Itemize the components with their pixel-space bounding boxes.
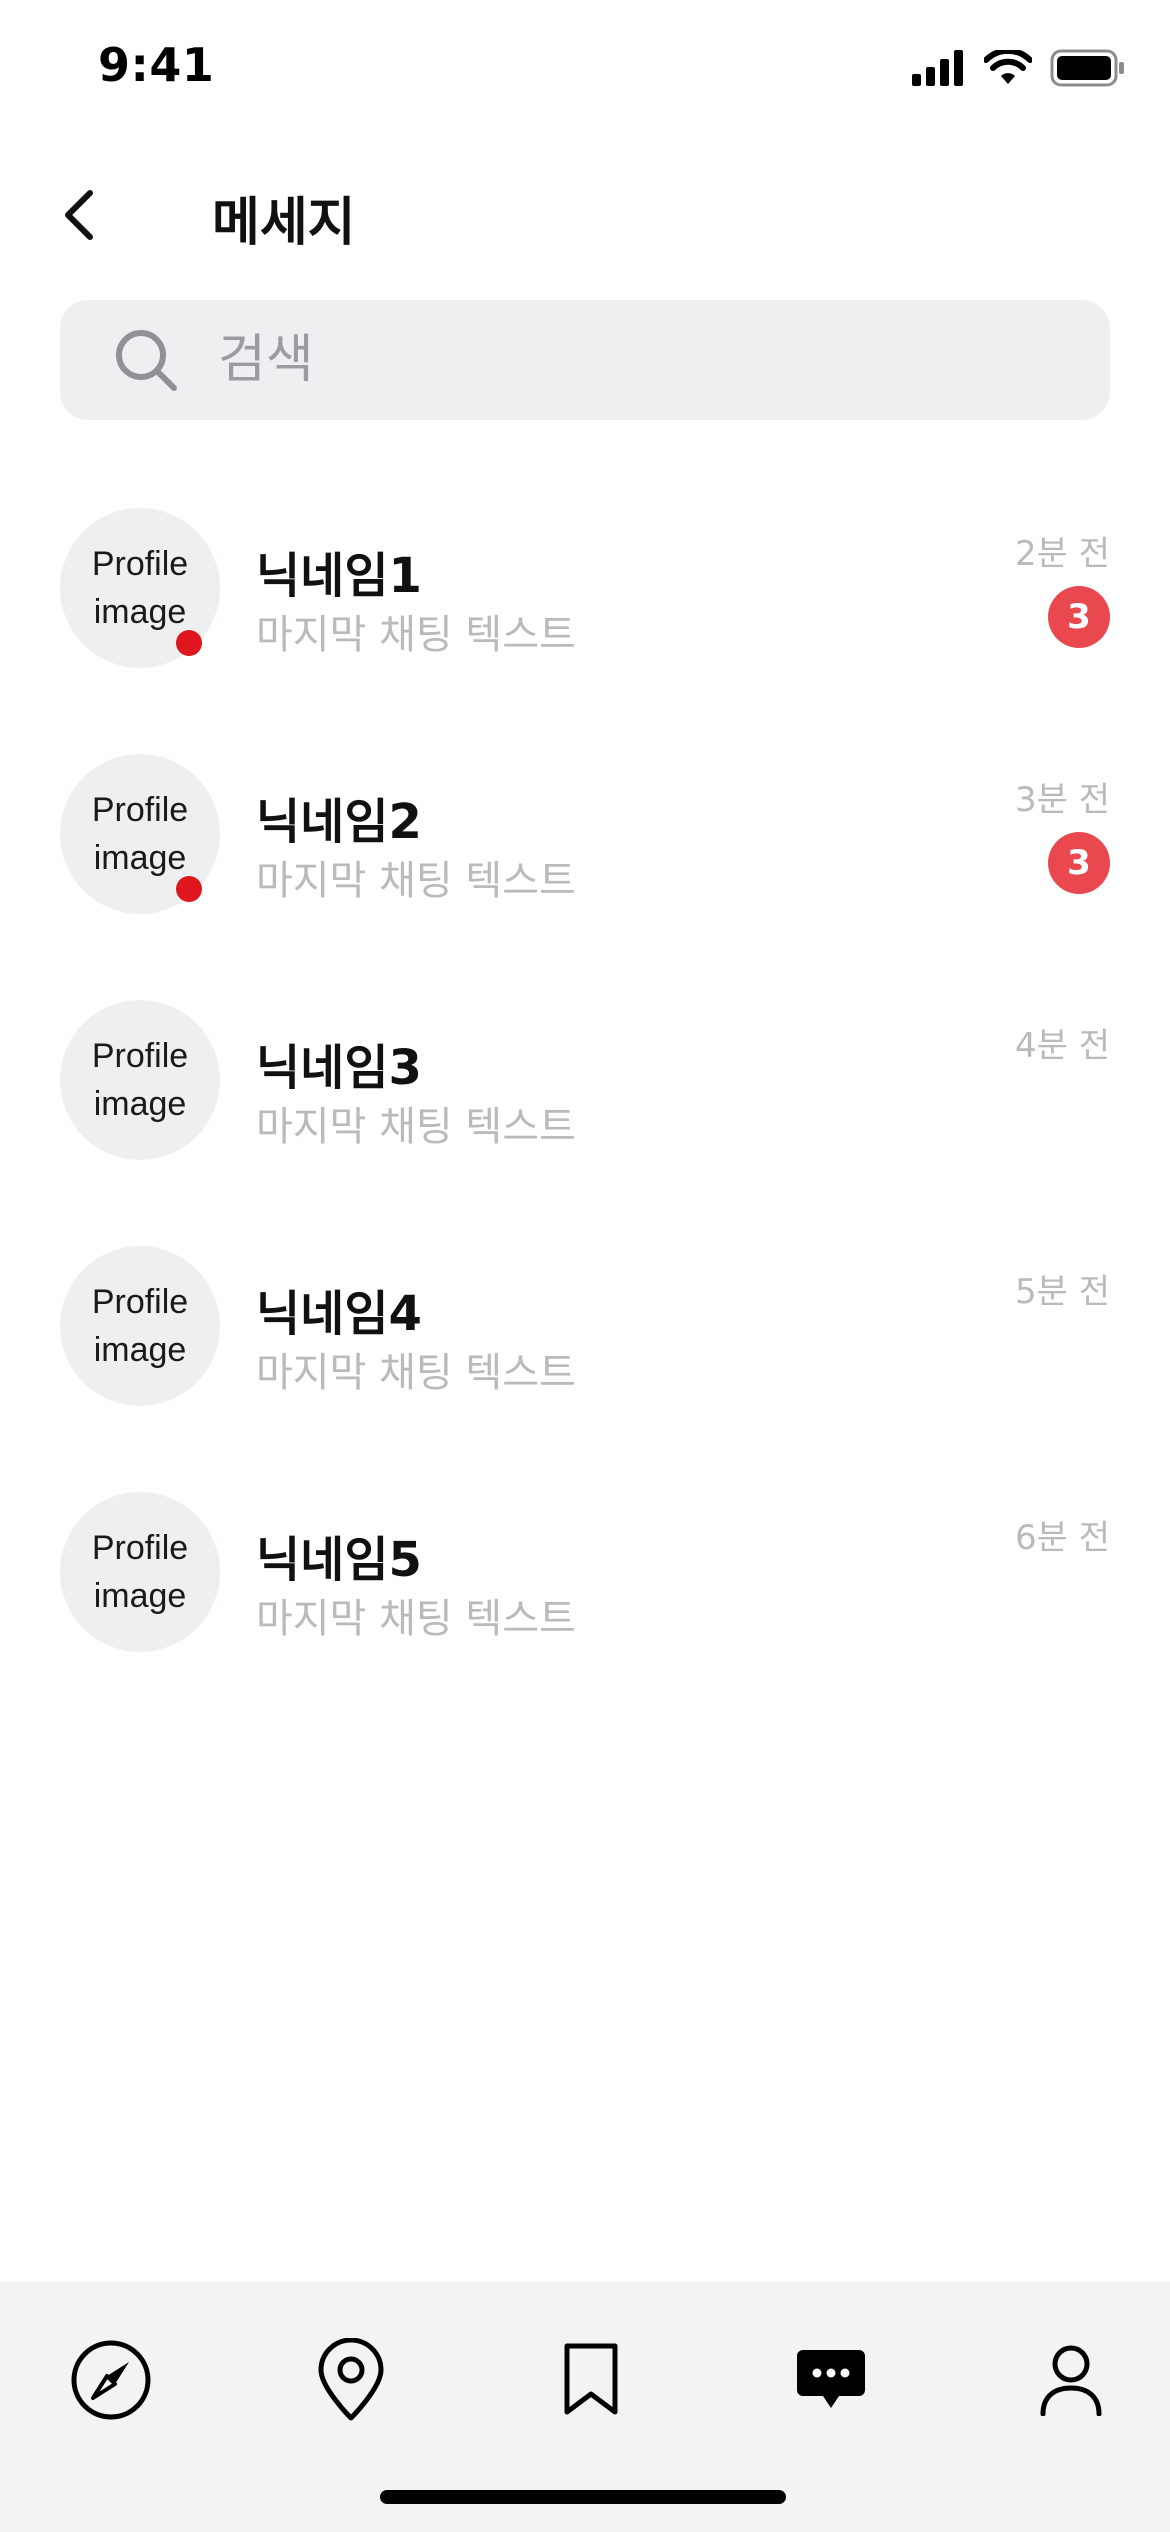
chat-time-ago: 5분 전 bbox=[1015, 1272, 1110, 1312]
chat-list-item[interactable]: Profile image 닉네임5 마지막 채팅 텍스트 6분 전 bbox=[0, 1474, 1170, 1720]
chat-nickname: 닉네임1 bbox=[256, 548, 422, 604]
chat-time-ago: 4분 전 bbox=[1015, 1026, 1110, 1066]
avatar: Profile image bbox=[60, 1246, 220, 1406]
search-input[interactable] bbox=[216, 329, 1020, 391]
chat-nickname: 닉네임2 bbox=[256, 794, 422, 850]
chat-list-item[interactable]: Profile image 닉네임2 마지막 채팅 텍스트 3분 전 3 bbox=[0, 736, 1170, 982]
chat-nickname: 닉네임5 bbox=[256, 1532, 422, 1588]
chat-last-message: 마지막 채팅 텍스트 bbox=[256, 1596, 576, 1642]
status-icons bbox=[912, 47, 1126, 92]
chat-last-message: 마지막 채팅 텍스트 bbox=[256, 1350, 576, 1396]
tab-profile[interactable] bbox=[1011, 2322, 1131, 2442]
tab-bookmarks[interactable] bbox=[531, 2322, 651, 2442]
home-indicator bbox=[380, 2490, 786, 2504]
chat-bubble-icon bbox=[795, 2348, 867, 2416]
chat-list-item[interactable]: Profile image 닉네임4 마지막 채팅 텍스트 5분 전 bbox=[0, 1228, 1170, 1474]
location-pin-icon bbox=[315, 2337, 387, 2426]
online-status-dot bbox=[176, 876, 202, 902]
chevron-left-icon bbox=[60, 187, 100, 247]
status-time: 9:41 bbox=[98, 38, 215, 92]
header: 메세지 bbox=[0, 160, 1170, 270]
status-bar: 9:41 bbox=[0, 0, 1170, 130]
unread-count-badge: 3 bbox=[1048, 586, 1110, 648]
chat-list-item[interactable]: Profile image 닉네임3 마지막 채팅 텍스트 4분 전 bbox=[0, 982, 1170, 1228]
search-icon bbox=[106, 320, 186, 400]
battery-icon bbox=[1050, 49, 1126, 91]
tab-explore[interactable] bbox=[51, 2322, 171, 2442]
chat-time-ago: 6분 전 bbox=[1015, 1518, 1110, 1558]
unread-count-badge: 3 bbox=[1048, 832, 1110, 894]
avatar: Profile image bbox=[60, 1492, 220, 1652]
chat-time-ago: 2분 전 bbox=[1015, 534, 1110, 574]
tab-messages[interactable] bbox=[771, 2322, 891, 2442]
avatar-placeholder-label: Profile image bbox=[91, 1283, 189, 1369]
online-status-dot bbox=[176, 630, 202, 656]
chat-list: Profile image 닉네임1 마지막 채팅 텍스트 2분 전 3 Pro… bbox=[0, 490, 1170, 1720]
chat-nickname: 닉네임3 bbox=[256, 1040, 422, 1096]
bookmark-icon bbox=[561, 2342, 621, 2422]
compass-icon bbox=[69, 2338, 153, 2426]
cellular-signal-icon bbox=[912, 50, 966, 90]
avatar-placeholder-label: Profile image bbox=[91, 545, 189, 631]
avatar-placeholder-label: Profile image bbox=[91, 1037, 189, 1123]
avatar: Profile image bbox=[60, 1000, 220, 1160]
wifi-icon bbox=[983, 47, 1033, 90]
page-title: 메세지 bbox=[212, 193, 356, 253]
search-bar[interactable] bbox=[60, 300, 1110, 420]
avatar-placeholder-label: Profile image bbox=[91, 1529, 189, 1615]
chat-nickname: 닉네임4 bbox=[256, 1286, 422, 1342]
chat-last-message: 마지막 채팅 텍스트 bbox=[256, 612, 576, 658]
chat-last-message: 마지막 채팅 텍스트 bbox=[256, 1104, 576, 1150]
chat-last-message: 마지막 채팅 텍스트 bbox=[256, 858, 576, 904]
chat-time-ago: 3분 전 bbox=[1015, 780, 1110, 820]
avatar-placeholder-label: Profile image bbox=[91, 791, 189, 877]
tab-map[interactable] bbox=[291, 2322, 411, 2442]
back-button[interactable] bbox=[60, 182, 140, 252]
profile-icon bbox=[1039, 2344, 1103, 2420]
chat-list-item[interactable]: Profile image 닉네임1 마지막 채팅 텍스트 2분 전 3 bbox=[0, 490, 1170, 736]
